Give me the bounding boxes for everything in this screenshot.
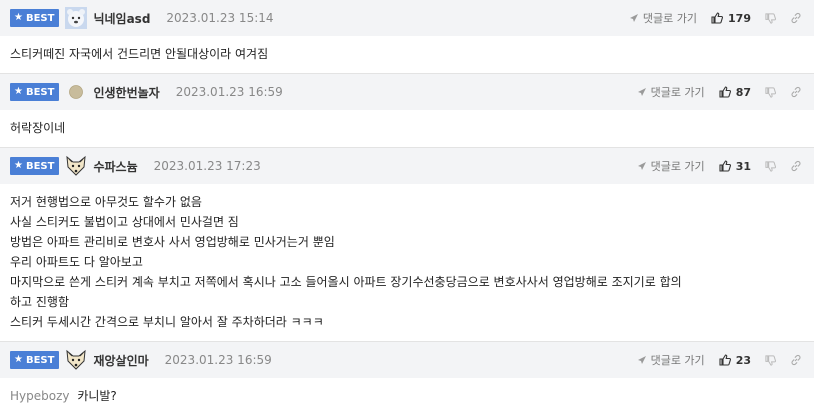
comment-body: 스티커떼진 자국에서 건드리면 안될대상이라 여겨짐 — [0, 36, 814, 73]
go-to-reply-label: 댓글로 가기 — [650, 86, 705, 99]
comment-date: 2023.01.23 16:59 — [175, 85, 283, 99]
thumbs-up-icon — [719, 160, 731, 172]
like-button[interactable]: 87 — [719, 86, 751, 99]
comment-text-line: 하고 진행함 — [10, 295, 70, 309]
comment-body: 허락장이네 — [0, 110, 814, 147]
like-button[interactable]: 23 — [719, 354, 751, 367]
thumbs-down-icon — [765, 160, 776, 172]
comment-date: 2023.01.23 17:23 — [153, 159, 261, 173]
dislike-button[interactable] — [765, 160, 776, 172]
comment-body: Hypebozy 카니발? — [0, 378, 814, 415]
comment-header: ★ BEST 수파스늄 2023.01.23 17:23 댓글로 가기 31 — [0, 148, 814, 184]
like-count: 31 — [735, 159, 751, 173]
thumbs-up-icon — [719, 86, 731, 98]
best-badge-label: BEST — [25, 86, 55, 98]
go-to-reply-link[interactable]: 댓글로 가기 — [637, 158, 705, 174]
go-to-reply-label: 댓글로 가기 — [650, 160, 705, 173]
go-to-reply-label: 댓글로 가기 — [642, 12, 698, 25]
comment-actions: 댓글로 가기 23 — [637, 342, 802, 378]
comment-text-line: 방법은 아파트 관리비로 변호사 사서 영업방해로 민사거는거 뿐임 — [10, 235, 335, 249]
thumbs-up-icon — [711, 12, 724, 24]
like-button[interactable]: 179 — [711, 12, 751, 25]
default-dot-avatar-icon[interactable] — [65, 81, 87, 103]
like-count: 87 — [735, 85, 751, 99]
dislike-button[interactable] — [765, 12, 776, 24]
reply-to-nickname[interactable]: Hypebozy — [10, 389, 69, 403]
comment-item: ★ BEST 수파스늄 2023.01.23 17:23 댓글로 가기 31 저… — [0, 148, 814, 342]
polar-bear-avatar-icon[interactable] — [65, 7, 88, 29]
thumbs-down-icon — [765, 354, 776, 366]
comment-body: 저거 현행법으로 아무것도 할수가 없음 사실 스티커도 불법이고 상대에서 민… — [0, 184, 814, 341]
send-arrow-icon — [637, 162, 646, 170]
dislike-button[interactable] — [765, 86, 776, 98]
nickname[interactable]: 수파스늄 — [93, 158, 137, 175]
send-arrow-icon — [637, 88, 646, 96]
fox-avatar-icon[interactable] — [65, 349, 87, 371]
star-icon: ★ — [14, 12, 23, 23]
star-icon: ★ — [14, 86, 23, 97]
go-to-reply-label: 댓글로 가기 — [650, 354, 705, 367]
nickname[interactable]: 재앙살인마 — [93, 352, 148, 369]
send-arrow-icon — [629, 14, 638, 22]
go-to-reply-link[interactable]: 댓글로 가기 — [629, 10, 697, 26]
comment-item: ★ BEST 재앙살인마 2023.01.23 16:59 댓글로 가기 23 — [0, 342, 814, 415]
like-count: 23 — [735, 353, 751, 367]
comment-actions: 댓글로 가기 179 — [629, 0, 802, 36]
comment-actions: 댓글로 가기 87 — [637, 74, 802, 110]
comment-item: ★ BEST 인생한번놀자 2023.01.23 16:59 댓글로 가기 87 — [0, 74, 814, 148]
comment-header: ★ BEST 재앙살인마 2023.01.23 16:59 댓글로 가기 23 — [0, 342, 814, 378]
best-badge-label: BEST — [25, 12, 55, 24]
best-badge: ★ BEST — [10, 157, 60, 175]
link-icon[interactable] — [790, 160, 802, 172]
like-button[interactable]: 31 — [719, 160, 751, 173]
best-badge-label: BEST — [25, 354, 55, 366]
star-icon: ★ — [14, 160, 23, 171]
link-icon[interactable] — [790, 86, 802, 98]
comment-actions: 댓글로 가기 31 — [637, 148, 802, 184]
best-badge-label: BEST — [25, 160, 55, 172]
best-badge: ★ BEST — [10, 83, 60, 101]
comment-text-line: 저거 현행법으로 아무것도 할수가 없음 — [10, 195, 202, 209]
best-badge: ★ BEST — [10, 9, 60, 27]
go-to-reply-link[interactable]: 댓글로 가기 — [637, 352, 705, 368]
comment-text-line: 마지막으로 쓴게 스티커 계속 부치고 저쪽에서 혹시나 고소 들어올시 아파트… — [10, 275, 682, 289]
comment-text-line: 허락장이네 — [10, 121, 66, 135]
best-badge: ★ BEST — [10, 351, 60, 369]
send-arrow-icon — [637, 356, 646, 364]
dislike-button[interactable] — [765, 354, 776, 366]
comment-item: ★ BEST 닉네임asd 2023.01.23 15:14 댓글로 가기 17… — [0, 0, 814, 74]
comment-text-line: 스티커떼진 자국에서 건드리면 안될대상이라 여겨짐 — [10, 47, 269, 61]
star-icon: ★ — [14, 354, 23, 365]
comment-text-line: Hypebozy 카니발? — [10, 386, 804, 406]
thumbs-down-icon — [765, 12, 776, 24]
nickname[interactable]: 닉네임asd — [93, 10, 150, 27]
comment-text-line: 스티커 두세시간 간격으로 부치니 알아서 잘 주차하더라 ㅋㅋㅋ — [10, 315, 324, 329]
comment-text-line: 우리 아파트도 다 알아보고 — [10, 255, 143, 269]
link-icon[interactable] — [790, 354, 802, 366]
go-to-reply-link[interactable]: 댓글로 가기 — [637, 84, 705, 100]
thumbs-up-icon — [719, 354, 731, 366]
fox-avatar-icon[interactable] — [65, 155, 87, 177]
thumbs-down-icon — [765, 86, 776, 98]
comment-text-line: 사실 스티커도 불법이고 상대에서 민사걸면 짐 — [10, 215, 239, 229]
comment-date: 2023.01.23 15:14 — [166, 11, 274, 25]
comment-header: ★ BEST 닉네임asd 2023.01.23 15:14 댓글로 가기 17… — [0, 0, 814, 36]
comment-date: 2023.01.23 16:59 — [164, 353, 272, 367]
link-icon[interactable] — [790, 12, 802, 24]
comment-header: ★ BEST 인생한번놀자 2023.01.23 16:59 댓글로 가기 87 — [0, 74, 814, 110]
comment-text: 카니발? — [77, 389, 117, 403]
nickname[interactable]: 인생한번놀자 — [93, 84, 159, 101]
like-count: 179 — [728, 11, 751, 25]
